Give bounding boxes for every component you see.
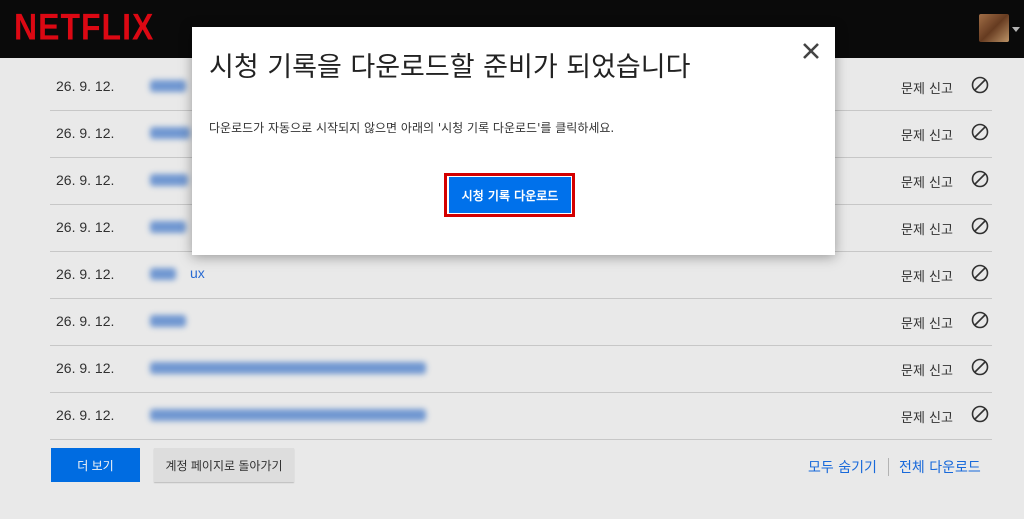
- row-date: 26. 9. 12.: [56, 219, 115, 235]
- row-date: 26. 9. 12.: [56, 78, 115, 94]
- history-row: 26. 9. 12. 문제 신고: [50, 346, 992, 393]
- row-title-blurred[interactable]: [150, 127, 190, 139]
- report-problem-link[interactable]: 문제 신고: [901, 266, 953, 285]
- row-date: 26. 9. 12.: [56, 360, 115, 376]
- netflix-logo[interactable]: NETFLIX: [14, 6, 154, 49]
- profile-caret-icon[interactable]: [1012, 27, 1020, 32]
- row-date: 26. 9. 12.: [56, 407, 115, 423]
- row-date: 26. 9. 12.: [56, 172, 115, 188]
- hide-circle-slash-icon[interactable]: [971, 170, 989, 188]
- row-title-blurred[interactable]: [150, 268, 176, 280]
- close-icon[interactable]: [801, 41, 821, 61]
- show-more-button[interactable]: 더 보기: [51, 448, 140, 482]
- report-problem-link[interactable]: 문제 신고: [901, 125, 953, 144]
- report-problem-link[interactable]: 문제 신고: [901, 360, 953, 379]
- report-problem-link[interactable]: 문제 신고: [901, 78, 953, 97]
- row-title-blurred[interactable]: [150, 409, 426, 421]
- hide-circle-slash-icon[interactable]: [971, 405, 989, 423]
- history-row: 26. 9. 12. 문제 신고: [50, 299, 992, 346]
- profile-avatar[interactable]: [979, 14, 1009, 42]
- row-title-blurred[interactable]: [150, 315, 186, 327]
- report-problem-link[interactable]: 문제 신고: [901, 407, 953, 426]
- row-title-blurred[interactable]: [150, 174, 188, 186]
- history-row: 26. 9. 12. ux 문제 신고: [50, 252, 992, 299]
- hide-circle-slash-icon[interactable]: [971, 264, 989, 282]
- download-ready-dialog: 시청 기록을 다운로드할 준비가 되었습니다 다운로드가 자동으로 시작되지 않…: [192, 27, 835, 255]
- divider: [888, 458, 889, 476]
- hide-circle-slash-icon[interactable]: [971, 358, 989, 376]
- hide-circle-slash-icon[interactable]: [971, 217, 989, 235]
- list-actions-bar: 더 보기 계정 페이지로 돌아가기 모두 숨기기 전체 다운로드: [50, 448, 992, 484]
- dialog-title: 시청 기록을 다운로드할 준비가 되었습니다: [209, 52, 691, 83]
- download-all-link[interactable]: 전체 다운로드: [899, 457, 981, 477]
- download-history-button[interactable]: 시청 기록 다운로드: [449, 177, 571, 213]
- report-problem-link[interactable]: 문제 신고: [901, 313, 953, 332]
- row-title-blurred[interactable]: [150, 80, 186, 92]
- report-problem-link[interactable]: 문제 신고: [901, 219, 953, 238]
- row-date: 26. 9. 12.: [56, 125, 115, 141]
- hide-circle-slash-icon[interactable]: [971, 123, 989, 141]
- report-problem-link[interactable]: 문제 신고: [901, 172, 953, 191]
- back-to-account-button[interactable]: 계정 페이지로 돌아가기: [154, 448, 294, 482]
- row-title[interactable]: ux: [190, 265, 205, 281]
- hide-circle-slash-icon[interactable]: [971, 311, 989, 329]
- row-date: 26. 9. 12.: [56, 266, 115, 282]
- history-row: 26. 9. 12. 문제 신고: [50, 393, 992, 440]
- dialog-message: 다운로드가 자동으로 시작되지 않으면 아래의 '시청 기록 다운로드'를 클릭…: [209, 121, 615, 135]
- row-title-blurred[interactable]: [150, 362, 426, 374]
- hide-all-link[interactable]: 모두 숨기기: [808, 457, 877, 477]
- row-date: 26. 9. 12.: [56, 313, 115, 329]
- hide-circle-slash-icon[interactable]: [971, 76, 989, 94]
- row-title-blurred[interactable]: [150, 221, 186, 233]
